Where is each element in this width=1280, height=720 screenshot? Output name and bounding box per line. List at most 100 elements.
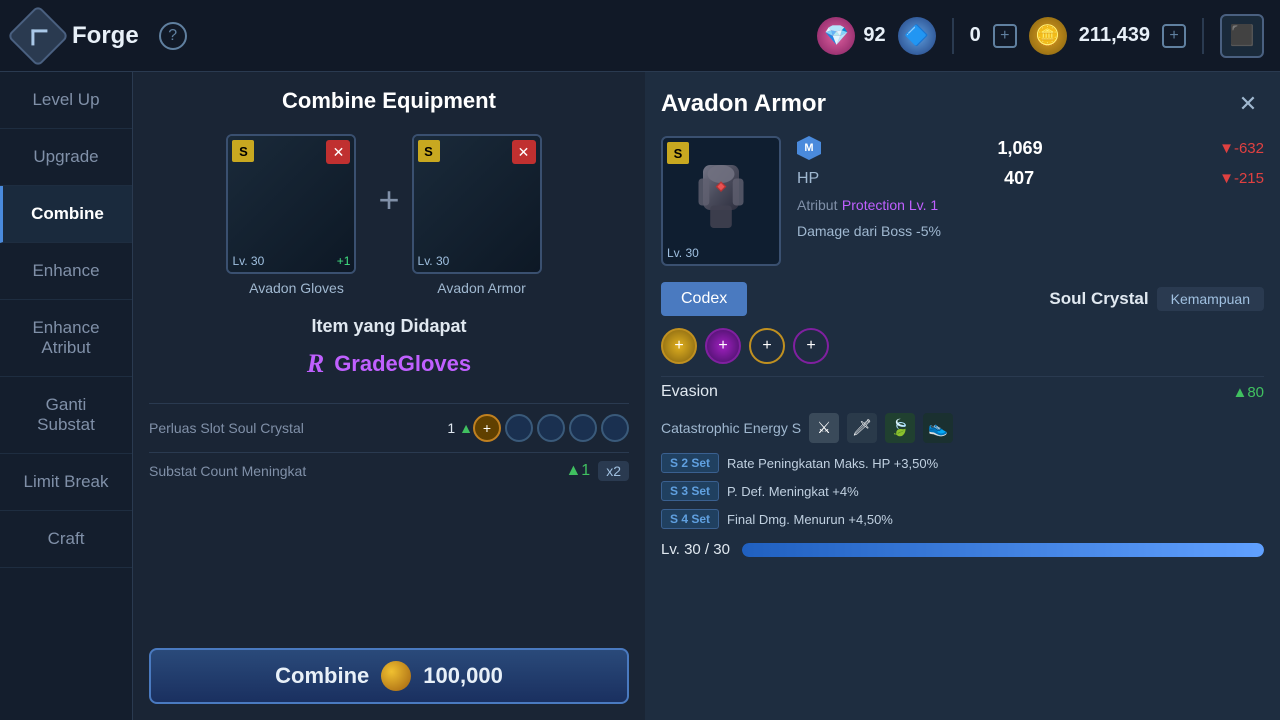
close-button-right[interactable]: ✕ — [1232, 88, 1264, 120]
set-bonus-row-1: S 2 Set Rate Peningkatan Maks. HP +3,50% — [661, 449, 1264, 477]
item-level-gloves: Lv. 30 — [232, 254, 264, 268]
combine-coin-icon — [381, 661, 411, 691]
shield-icon-mdef: M — [797, 136, 821, 160]
preview-armor-icon — [681, 156, 761, 246]
gold-count: 0 — [970, 24, 981, 47]
stats-block: M 1,069 ▼-632 HP 407 ▼-215 Atribut Prote… — [797, 136, 1264, 266]
main-layout: Level Up Upgrade Combine Enhance Enhance… — [0, 72, 1280, 720]
kemampuan-button[interactable]: Kemampuan — [1157, 287, 1264, 311]
gold-plus-button[interactable]: + — [993, 24, 1017, 48]
crystal-5[interactable] — [601, 414, 629, 442]
combine-btn-label: Combine — [275, 663, 369, 689]
coin-plus-button[interactable]: + — [1162, 24, 1186, 48]
result-item-name: R GradeGloves — [149, 349, 629, 379]
item-slot-1: S ✕ — [226, 134, 366, 296]
top-bar: Forge ? 💎 92 🔷 0 + 🪙 211,439 + ⬛ — [0, 0, 1280, 72]
soul-crystal-label: Soul Crystal — [1049, 289, 1148, 309]
substat-label: Substat Count Meningkat — [149, 463, 306, 479]
mdef-diff: ▼-632 — [1219, 140, 1264, 157]
evasion-value: ▲80 — [1232, 384, 1264, 401]
combine-items-row: S ✕ — [149, 134, 629, 296]
divider2 — [1202, 18, 1204, 54]
right-panel: Avadon Armor ✕ S — [645, 72, 1280, 720]
level-bar-fill — [742, 543, 1264, 557]
page-title: Forge — [72, 22, 139, 50]
sidebar: Level Up Upgrade Combine Enhance Enhance… — [0, 72, 133, 720]
set-bonuses: S 2 Set Rate Peningkatan Maks. HP +3,50%… — [661, 449, 1264, 533]
back-icon — [31, 29, 47, 45]
skill-icon-3[interactable]: 🍃 — [885, 413, 915, 443]
stat-label-mdef: M — [797, 136, 821, 160]
divider — [952, 18, 954, 54]
plus-separator: + — [378, 179, 399, 221]
item-remove-gloves[interactable]: ✕ — [326, 140, 350, 164]
set-badge-s4: S 4 Set — [661, 509, 719, 529]
result-section: Item yang Didapat R GradeGloves — [149, 316, 629, 379]
atribut-label-text: Atribut — [797, 197, 837, 213]
sidebar-item-limit-break[interactable]: Limit Break — [0, 454, 132, 511]
skill-icon-1[interactable]: ⚔ — [809, 413, 839, 443]
crystal-circles: + — [473, 414, 629, 442]
evasion-row: Evasion ▲80 — [661, 376, 1264, 407]
blue-gem-icon: 🔷 — [898, 17, 936, 55]
skill-row: Catastrophic Energy S ⚔ 🗡 🍃 👟 — [661, 407, 1264, 449]
level-bar-label: Lv. 30 / 30 — [661, 541, 730, 558]
hp-diff: ▼-215 — [1219, 170, 1264, 187]
resource-pink: 💎 92 — [817, 17, 885, 55]
result-name: GradeGloves — [334, 351, 471, 377]
soul-circle-3[interactable]: + — [749, 328, 785, 364]
item-card-armor[interactable]: S ✕ — [412, 134, 542, 274]
crystal-2[interactable] — [505, 414, 533, 442]
preview-card: S Lv — [661, 136, 781, 266]
crystal-row: Perluas Slot Soul Crystal 1 ▲ + — [149, 403, 629, 452]
sidebar-item-ganti-substat[interactable]: GantiSubstat — [0, 377, 132, 454]
substat-row: Substat Count Meningkat ▲1 x2 — [149, 452, 629, 489]
skill-icon-2[interactable]: 🗡 — [847, 413, 877, 443]
crystal-1[interactable]: + — [473, 414, 501, 442]
gem-count: 92 — [863, 24, 885, 47]
back-button[interactable] — [7, 4, 69, 66]
set-desc-s3: P. Def. Meningkat +4% — [727, 484, 859, 499]
sidebar-item-level-up[interactable]: Level Up — [0, 72, 132, 129]
help-label: ? — [168, 27, 177, 45]
stat-row-mdef: M 1,069 ▼-632 — [797, 136, 1264, 160]
sidebar-item-craft[interactable]: Craft — [0, 511, 132, 568]
crystal-4[interactable] — [569, 414, 597, 442]
sidebar-item-enhance-atribut[interactable]: EnhanceAtribut — [0, 300, 132, 377]
combine-button[interactable]: Combine 100,000 — [149, 648, 629, 704]
hp-label: HP — [797, 170, 819, 188]
item-plus-gloves: +1 — [337, 254, 351, 268]
crystal-arrow: ▲ — [459, 420, 473, 436]
soul-circle-2[interactable]: + — [705, 328, 741, 364]
set-badge-s3: S 3 Set — [661, 481, 719, 501]
mdef-value: 1,069 — [998, 138, 1043, 159]
item-card-gloves[interactable]: S ✕ — [226, 134, 356, 274]
right-header: Avadon Armor ✕ — [661, 88, 1264, 120]
skill-icon-4[interactable]: 👟 — [923, 413, 953, 443]
set-desc-s2: Rate Peningkatan Maks. HP +3,50% — [727, 456, 938, 471]
item-slot-2: S ✕ — [412, 134, 552, 296]
set-badge-s2: S 2 Set — [661, 453, 719, 473]
logout-button[interactable]: ⬛ — [1220, 14, 1264, 58]
sidebar-item-upgrade[interactable]: Upgrade — [0, 129, 132, 186]
soul-circle-4[interactable]: + — [793, 328, 829, 364]
set-bonus-row-2: S 3 Set P. Def. Meningkat +4% — [661, 477, 1264, 505]
coin-count: 211,439 — [1079, 24, 1150, 47]
crystal-3[interactable] — [537, 414, 565, 442]
soul-circles: + + + + — [661, 328, 1264, 364]
atribut-row: Atribut Protection Lv. 1 — [797, 197, 1264, 215]
tab-codex[interactable]: Codex — [661, 282, 747, 316]
crystal-count: 1 ▲ — [447, 420, 473, 436]
sidebar-item-enhance[interactable]: Enhance — [0, 243, 132, 300]
item-name-armor: Avadon Armor — [412, 280, 552, 296]
center-panel: Combine Equipment S ✕ — [133, 72, 645, 720]
item-grade-gloves: S — [232, 140, 254, 162]
level-bar-row: Lv. 30 / 30 — [661, 541, 1264, 558]
help-button[interactable]: ? — [159, 22, 187, 50]
combine-title: Combine Equipment — [149, 88, 629, 114]
skill-label: Catastrophic Energy S — [661, 420, 801, 436]
soul-circle-1[interactable]: + — [661, 328, 697, 364]
item-remove-armor[interactable]: ✕ — [512, 140, 536, 164]
sidebar-item-combine[interactable]: Combine — [0, 186, 132, 243]
set-bonus-row-3: S 4 Set Final Dmg. Menurun +4,50% — [661, 505, 1264, 533]
